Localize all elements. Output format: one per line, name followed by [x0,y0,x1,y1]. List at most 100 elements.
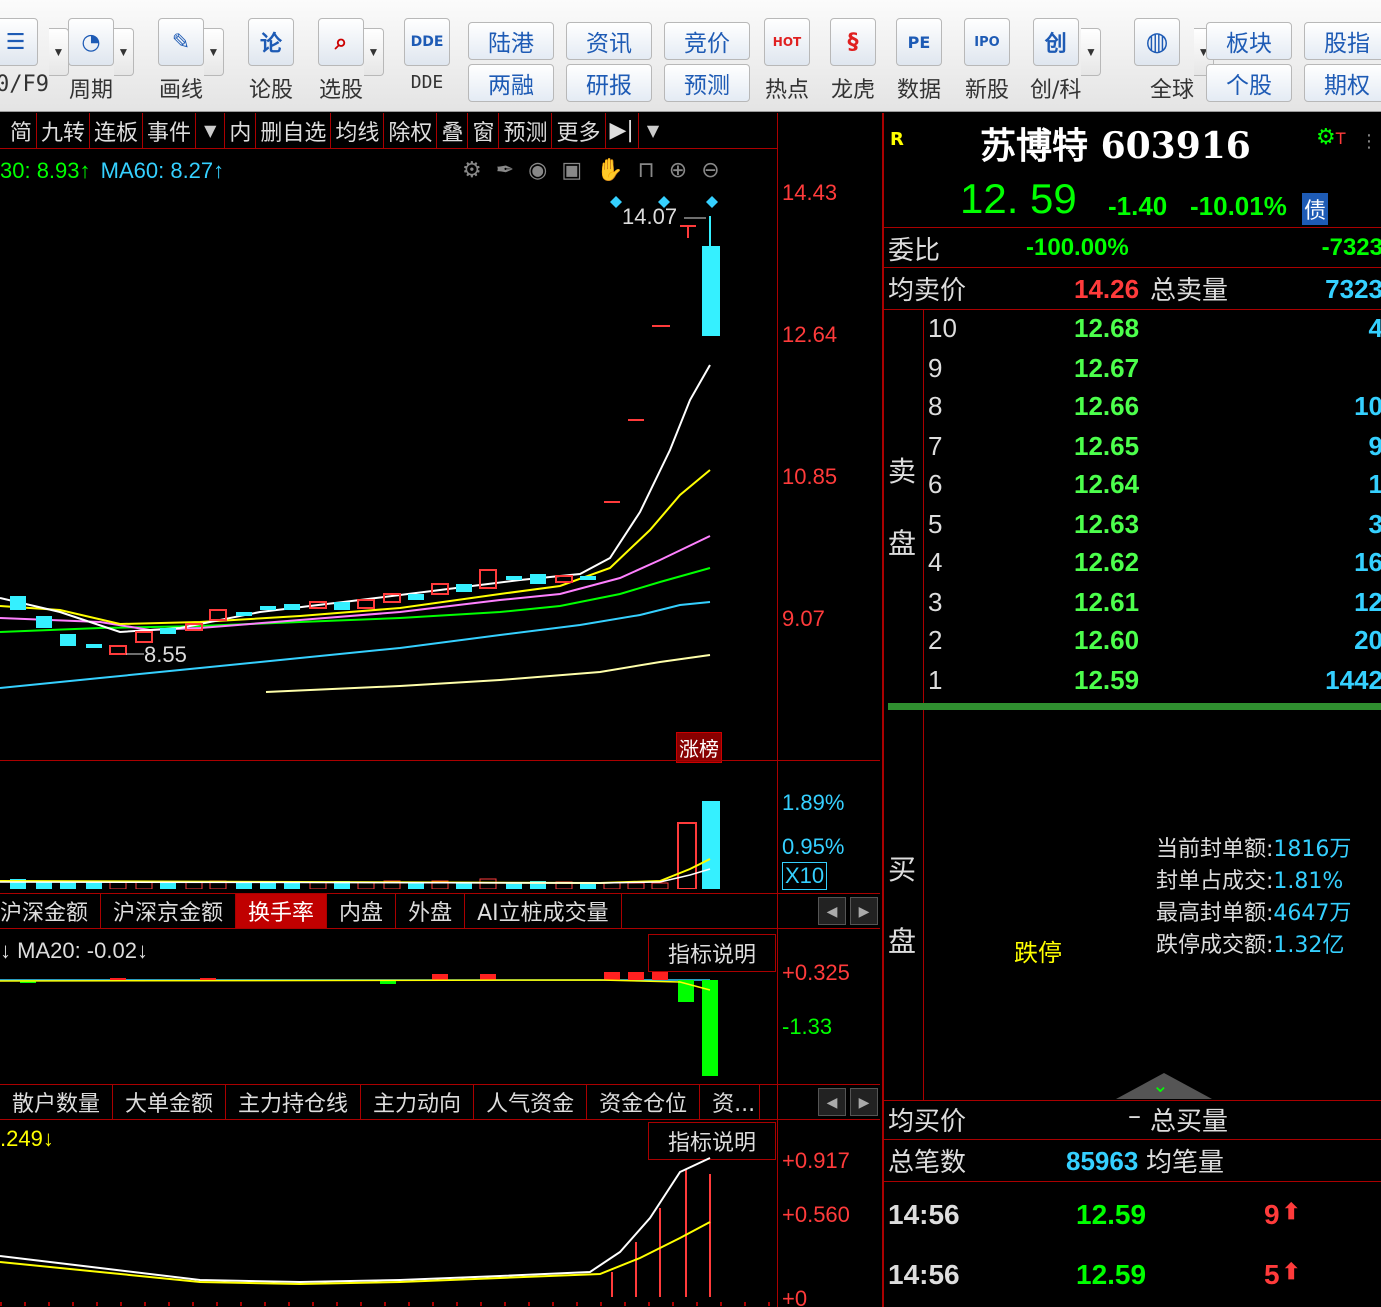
news-button[interactable]: 资讯 [566,22,652,60]
discuss-button[interactable]: 论 论股 [248,18,294,110]
indicator1-chart[interactable] [0,968,778,1080]
candle [36,616,52,628]
candle [60,634,76,646]
dragon-tiger-button[interactable]: § 龙虎 [830,18,876,110]
limit-divider-bar [888,703,1381,710]
chevron-down-icon[interactable]: ▼ [48,28,69,76]
tab-main-position[interactable]: 主力持仓线 [226,1085,362,1119]
stock-pick-button[interactable]: ⌕ ▼ 选股 [318,18,384,110]
seal-value: 1816万 [1273,837,1352,862]
chevron-down-icon[interactable]: ▼ [196,112,226,149]
ask-row[interactable]: 7 12.65 9 [924,431,1381,469]
limit-badge[interactable]: 涨榜 [676,732,722,763]
total-sell-label: 总卖量 [1150,276,1229,306]
tab-nine-turn[interactable]: 九转 [37,112,91,149]
high-price-annotation: 14.07 [622,204,678,229]
period-button[interactable]: ◔ ▼ 周期 [68,18,134,110]
liangrong-button[interactable]: 两融 [468,64,554,102]
index-futures-button[interactable]: 股指 [1304,22,1381,60]
research-button[interactable]: 研报 [566,64,652,102]
candle [456,584,472,592]
tab-more[interactable]: 更多 [552,112,606,149]
ask-level: 6 [928,469,943,499]
ask-row[interactable]: 9 12.67 [924,353,1381,391]
auction-button[interactable]: 竞价 [664,22,750,60]
tab-sh-sz-bj-amount[interactable]: 沪深京金额 [101,894,237,928]
volume-multiplier[interactable]: X10 [782,862,828,890]
lugang-button[interactable]: 陆港 [468,22,554,60]
candlestick-chart[interactable] [0,150,778,760]
avg-sell-row: 均卖价 14.26 总卖量 7323 [884,268,1381,310]
indicator1-explain-button[interactable]: 指标说明 [648,934,776,972]
chevron-down-icon[interactable]: ▼ [204,28,224,76]
options-button[interactable]: 期权 [1304,64,1381,102]
tab-popularity-fund[interactable]: 人气资金 [474,1085,588,1119]
tab-moving-average[interactable]: 均线 [331,112,385,149]
tab-inner-volume[interactable]: 内盘 [327,894,397,928]
ask-row[interactable]: 5 12.63 3 [924,509,1381,547]
hot-button[interactable]: HOT 热点 [764,18,810,110]
tab-forecast[interactable]: 预测 [499,112,553,149]
tab-ex-rights[interactable]: 除权 [384,112,438,149]
tab-fund-position[interactable]: 资金仓位 [587,1085,701,1119]
scroll-left-icon[interactable]: ◀ [818,1088,846,1116]
new-stock-button[interactable]: IPO 新股 [964,18,1010,110]
tab-retail-count[interactable]: 散户数量 [0,1085,114,1119]
ask-level: 2 [928,625,943,655]
scroll-left-icon[interactable]: ◀ [818,897,846,925]
chevron-down-icon[interactable]: ▼ [1081,28,1102,76]
indicator2-chart[interactable] [0,1122,778,1307]
ask-row[interactable]: 2 12.60 20 [924,625,1381,663]
tab-turnover-rate[interactable]: 换手率 [236,894,328,928]
data-button[interactable]: PE 数据 [896,18,942,110]
alert-icon[interactable]: ⚙T [1316,125,1346,150]
chevron-down-icon[interactable]: ▼ [364,28,384,76]
tab-remove-watchlist[interactable]: 删自选 [256,112,332,149]
tab-large-order[interactable]: 大单金额 [113,1085,227,1119]
tab-outer-volume[interactable]: 外盘 [396,894,466,928]
ask-row[interactable]: 4 12.62 16 [924,547,1381,585]
ask-volume: 3 [1368,509,1381,539]
tick-row[interactable]: 14:56 12.59 5 ⬆ [888,1259,1381,1299]
sell-label-char: 盘 [888,527,917,560]
f9-button[interactable]: ☰ ▼ 0/F9 [0,18,69,110]
chevron-down-icon[interactable]: ▼ [639,113,667,149]
ask-level: 8 [928,391,943,421]
ask-price: 12.66 [1074,391,1140,421]
indicator1-legend: ↓ MA20: -0.02↓ [0,938,148,963]
ask-row[interactable]: 1 12.59 1442 [924,665,1381,703]
tab-main-trend[interactable]: 主力动向 [361,1085,475,1119]
tab-fund-more[interactable]: 资... [700,1085,761,1119]
chevron-down-icon[interactable]: ▼ [114,28,134,76]
tick-row[interactable]: 14:56 12.59 9 ⬆ [888,1199,1381,1239]
total-sell-value: 7323 [1325,274,1381,304]
draw-line-button[interactable]: ✎ ▼ 画线 [158,18,224,110]
scroll-right-icon[interactable]: ▶ [850,1088,878,1116]
tab-limit-up[interactable]: 连板 [90,112,144,149]
tab-simple[interactable]: 简 [0,112,38,149]
tab-window[interactable]: 窗 [468,112,500,149]
chevron-down-icon[interactable]: ⌄ [1152,1073,1169,1097]
arrow-up-icon: ⬆ [1282,1259,1301,1284]
expand-panel-icon[interactable]: ▶| [606,112,639,149]
bond-badge[interactable]: 债 [1302,193,1329,225]
sector-button[interactable]: 板块 [1206,22,1292,60]
tab-overlay[interactable]: 叠 [437,112,469,149]
forecast-button[interactable]: 预测 [664,64,750,102]
tab-sh-sz-amount[interactable]: 沪深金额 [0,894,102,928]
ask-row[interactable]: 6 12.64 1 [924,469,1381,507]
ask-row[interactable]: 8 12.66 10 [924,391,1381,429]
tab-inner[interactable]: 内 [225,112,257,149]
ask-volume: 10 [1354,391,1381,421]
stock-button[interactable]: 个股 [1206,64,1292,102]
chuangke-button[interactable]: 创 ▼ 创/科 [1030,18,1102,110]
ask-row[interactable]: 3 12.61 12 [924,587,1381,625]
tab-ai-volume[interactable]: AI立桩成交量 [465,894,622,928]
scroll-right-icon[interactable]: ▶ [850,897,878,925]
volume-chart[interactable] [0,761,778,889]
global-button[interactable]: ◍ ▼ 全球 [1120,18,1215,110]
ask-row[interactable]: 10 12.68 4 [924,313,1381,351]
tab-events[interactable]: 事件 [143,112,197,149]
dde-button[interactable]: DDE DDE [404,18,450,110]
more-icon[interactable]: ⋮ [1360,131,1378,152]
